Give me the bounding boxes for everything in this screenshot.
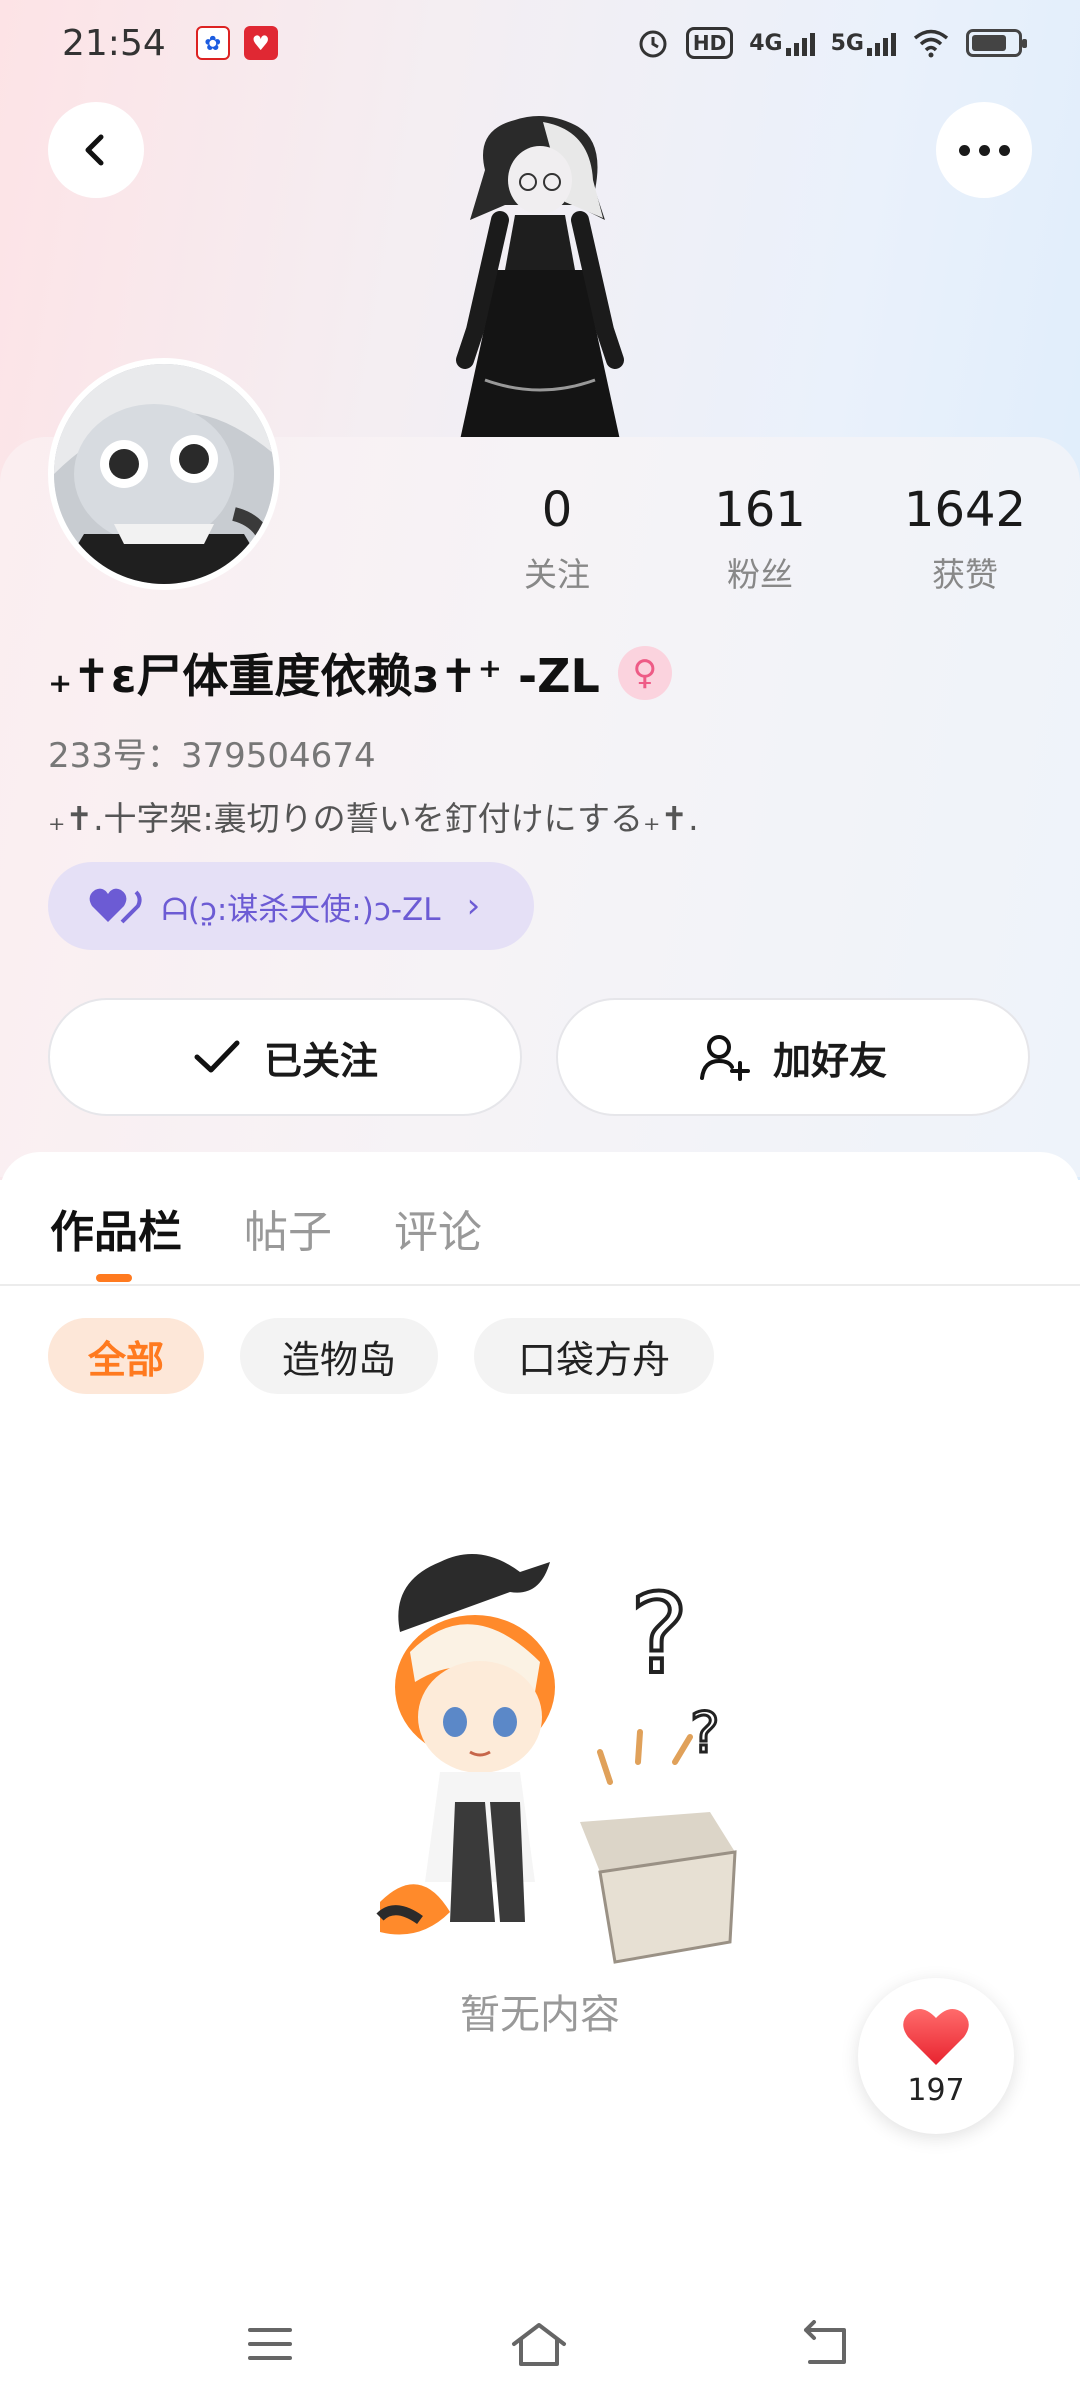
hd-icon: HD <box>685 27 734 59</box>
double-heart-icon <box>89 888 142 924</box>
filter-all[interactable]: 全部 <box>48 1318 204 1394</box>
tab-works[interactable]: 作品栏 <box>50 1196 182 1260</box>
tab-comments[interactable]: 评论 <box>394 1196 482 1260</box>
like-count: 197 <box>907 2072 965 2108</box>
user-avatar[interactable] <box>48 358 280 590</box>
signal-5g-icon: 5G <box>831 31 896 56</box>
chevron-right-icon: › <box>466 886 481 926</box>
checkmark-icon <box>194 1040 240 1073</box>
guild-name: ᗩ(ɔ̤:谋杀天使:)ɔ-ZL <box>162 891 441 928</box>
back-button[interactable] <box>48 102 144 198</box>
alarm-icon <box>639 30 667 58</box>
signal-5g-label: 5G <box>830 30 864 56</box>
female-gender-icon: ♀ <box>617 646 672 700</box>
add-user-icon <box>699 1035 750 1081</box>
like-floating-button[interactable]: 197 <box>858 1978 1014 2134</box>
guild-badge-button[interactable]: ᗩ(ɔ̤:谋杀天使:)ɔ-ZL › <box>48 862 534 950</box>
tab-posts[interactable]: 帖子 <box>244 1196 332 1260</box>
signal-4g-label: 4G <box>749 30 783 56</box>
heart-icon <box>903 2008 969 2065</box>
home-icon[interactable] <box>510 2320 568 2368</box>
signal-4g-icon: 4G <box>749 30 815 56</box>
filter-pocket-ark[interactable]: 口袋方舟 <box>474 1318 714 1394</box>
content-section: 作品栏 帖子 评论 全部 造物岛 口袋方舟 ? ? 暂无内容 <box>0 1152 1080 2408</box>
filter-creation-island[interactable]: 造物岛 <box>240 1318 438 1394</box>
add-friend-button[interactable]: 加好友 <box>556 998 1030 1116</box>
baidu-app-icon: ✿ <box>195 26 230 60</box>
wifi-icon <box>913 29 949 58</box>
user-bio: ₊✝︎.十字架:裏切りの誓いを釘付けにする₊✝︎. <box>48 799 699 838</box>
chevron-left-icon <box>85 134 104 166</box>
stat-following-label: 关注 <box>524 555 590 594</box>
avatar-image <box>54 364 274 584</box>
stat-following-value: 0 <box>541 482 573 538</box>
nickname-row: ₊✝︎ɛ尸体重度依赖з✝︎⁺ -ZL ♀ <box>48 640 672 706</box>
user-id: 233号：379504674 <box>48 736 376 776</box>
stat-likes-value: 1642 <box>903 482 1027 538</box>
cover-character-image <box>456 116 624 440</box>
following-button[interactable]: 已关注 <box>48 998 522 1116</box>
stat-followers[interactable]: 161 粉丝 <box>665 478 855 596</box>
stat-followers-label: 粉丝 <box>727 555 793 594</box>
more-options-button[interactable] <box>936 102 1032 198</box>
active-tab-indicator <box>96 1274 132 1282</box>
status-time: 21:54 <box>62 22 166 64</box>
stat-followers-value: 161 <box>714 482 806 538</box>
stat-likes[interactable]: 1642 获赞 <box>870 478 1060 596</box>
svg-text:?: ? <box>690 1701 720 1766</box>
status-bar: 21:54 ✿ ♥ HD 4G 5G <box>0 0 1080 86</box>
svg-text:?: ? <box>630 1570 688 1698</box>
add-friend-label: 加好友 <box>772 1038 887 1083</box>
following-label: 已关注 <box>263 1038 378 1083</box>
stat-likes-label: 获赞 <box>932 555 998 594</box>
heart-app-icon: ♥ <box>243 26 278 60</box>
stat-following[interactable]: 0 关注 <box>462 478 652 596</box>
content-tabs: 作品栏 帖子 评论 <box>0 1152 1080 1286</box>
menu-icon[interactable] <box>246 2320 294 2368</box>
system-navigation-bar <box>0 2300 1080 2408</box>
more-dots-icon <box>958 144 1010 156</box>
battery-icon <box>966 29 1027 57</box>
back-nav-icon[interactable] <box>800 2320 850 2368</box>
nickname: ₊✝︎ɛ尸体重度依赖з✝︎⁺ -ZL <box>48 649 600 703</box>
